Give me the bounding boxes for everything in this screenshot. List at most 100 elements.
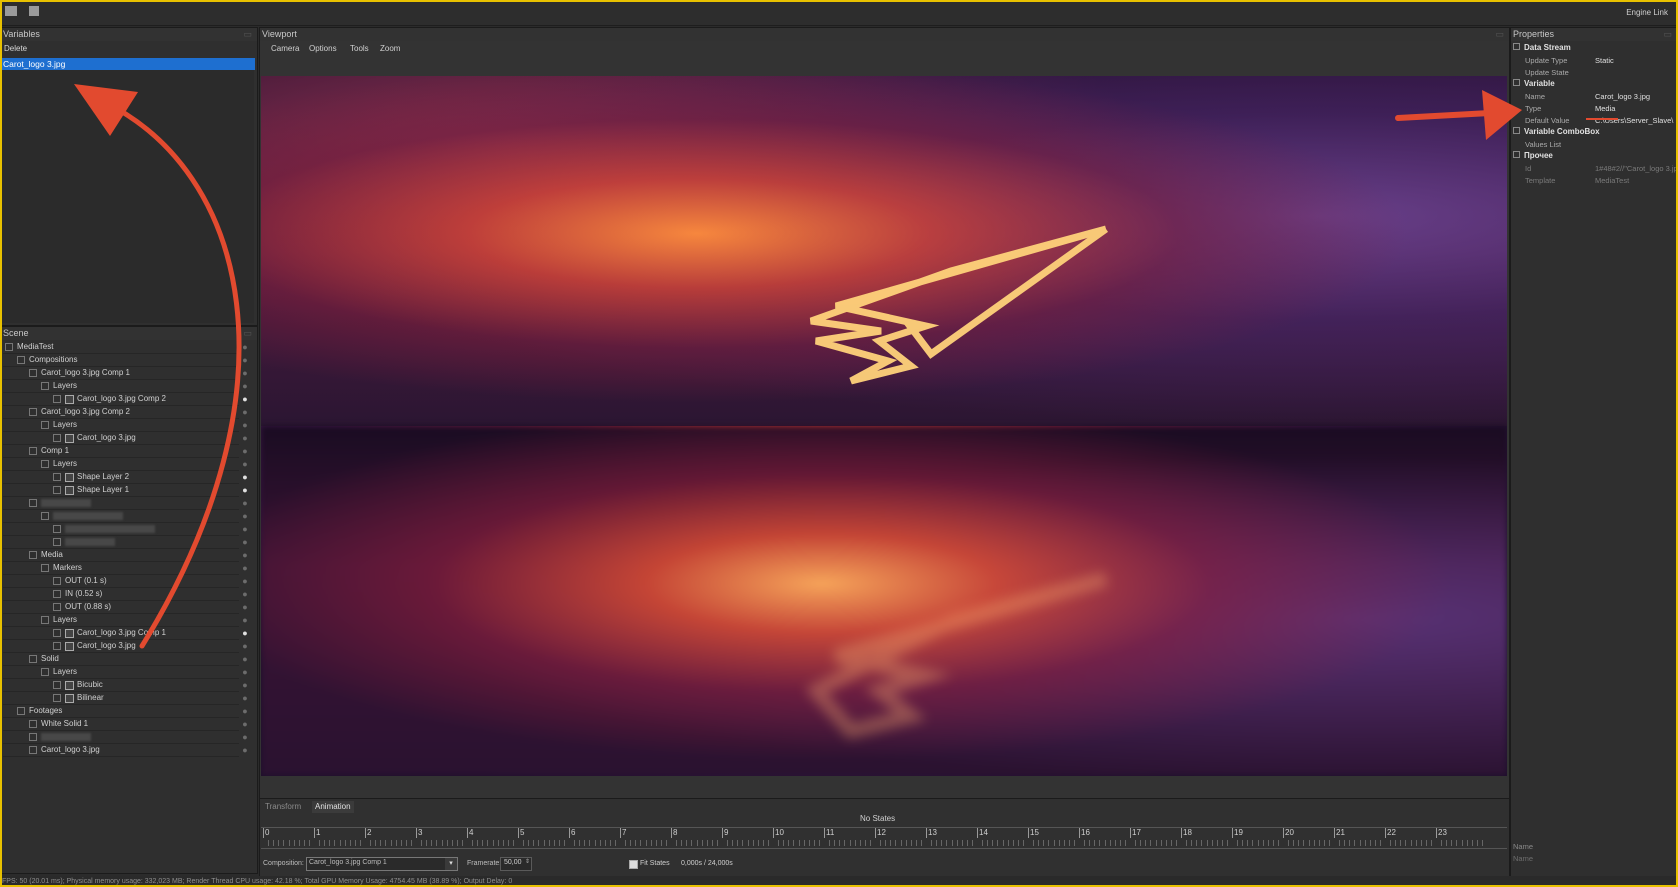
visibility-eye-icon[interactable]: ● bbox=[239, 654, 251, 664]
scene-tree-row[interactable]: Comp 1 ● bbox=[3, 445, 248, 458]
scene-tree-row[interactable]: Solid ● bbox=[3, 653, 248, 666]
scene-tree-row[interactable]: Bilinear ● bbox=[3, 692, 248, 705]
scene-tree-row[interactable]: Carot_logo 3.jpg ● bbox=[3, 432, 248, 445]
visibility-eye-icon[interactable]: ● bbox=[239, 498, 251, 508]
visibility-eye-icon[interactable]: ● bbox=[239, 485, 251, 495]
framerate-spinbox[interactable]: 50,00 ⇕ bbox=[500, 857, 532, 871]
property-row[interactable]: Default Value C:\Users\Server_Slave\ bbox=[1513, 115, 1678, 127]
panel-menu-icon[interactable]: ▭ bbox=[1495, 28, 1504, 41]
scene-tree-row[interactable]: MediaTest ● bbox=[3, 341, 248, 354]
expand-toggle-icon[interactable] bbox=[53, 642, 61, 650]
scene-tree-row[interactable]: Layers ● bbox=[3, 614, 248, 627]
scene-tree-row[interactable]: ● bbox=[3, 536, 248, 549]
expand-toggle-icon[interactable] bbox=[53, 525, 61, 533]
timeline-ruler[interactable]: 0 1 2 3 4 5 6 7 8 9 10 11 12 13 14 15 16 17 18 19 20 21 22 23 bbox=[261, 827, 1507, 849]
expand-toggle-icon[interactable] bbox=[29, 551, 37, 559]
scene-tree-row[interactable]: OUT (0.88 s) ● bbox=[3, 601, 248, 614]
visibility-eye-icon[interactable]: ● bbox=[239, 667, 251, 677]
composition-select[interactable]: Carot_logo 3.jpg Comp 1 ▾ bbox=[306, 857, 458, 871]
scene-tree-row[interactable]: Carot_logo 3.jpg ● bbox=[3, 744, 248, 757]
expand-toggle-icon[interactable] bbox=[29, 408, 37, 416]
menu-options[interactable]: Options bbox=[309, 44, 337, 53]
scene-tree-row[interactable]: Markers ● bbox=[3, 562, 248, 575]
expand-toggle-icon[interactable] bbox=[41, 564, 49, 572]
scene-tree-row[interactable]: Layers ● bbox=[3, 458, 248, 471]
visibility-eye-icon[interactable]: ● bbox=[239, 706, 251, 716]
visibility-eye-icon[interactable]: ● bbox=[239, 472, 251, 482]
property-category[interactable]: Прочее bbox=[1513, 151, 1553, 160]
expand-toggle-icon[interactable] bbox=[29, 746, 37, 754]
expand-toggle-icon[interactable] bbox=[53, 577, 61, 585]
property-category[interactable]: Variable ComboBox bbox=[1513, 127, 1600, 136]
scene-tree-row[interactable]: Layers ● bbox=[3, 380, 248, 393]
property-value[interactable]: Static bbox=[1595, 55, 1614, 67]
scene-tree-row[interactable]: White Solid 1 ● bbox=[3, 718, 248, 731]
property-row[interactable]: Update Type Static bbox=[1513, 55, 1678, 67]
variable-item-selected[interactable]: Carot_logo 3.jpg bbox=[2, 58, 255, 70]
scene-tree-row[interactable]: Carot_logo 3.jpg Comp 1 ● bbox=[3, 367, 248, 380]
visibility-eye-icon[interactable]: ● bbox=[239, 641, 251, 651]
expand-toggle-icon[interactable] bbox=[53, 603, 61, 611]
visibility-eye-icon[interactable]: ● bbox=[239, 420, 251, 430]
chevron-down-icon[interactable]: ▾ bbox=[445, 858, 457, 870]
spin-arrows-icon[interactable]: ⇕ bbox=[525, 858, 530, 865]
scene-tree-row[interactable]: Shape Layer 2 ● bbox=[3, 471, 248, 484]
property-category[interactable]: Variable bbox=[1513, 79, 1555, 88]
visibility-eye-icon[interactable]: ● bbox=[239, 550, 251, 560]
visibility-eye-icon[interactable]: ● bbox=[239, 381, 251, 391]
expand-toggle-icon[interactable] bbox=[17, 356, 25, 364]
expand-toggle-icon[interactable] bbox=[29, 369, 37, 377]
property-value[interactable]: Carot_logo 3.jpg bbox=[1595, 91, 1650, 103]
open-folder-icon[interactable] bbox=[5, 6, 17, 16]
visibility-eye-icon[interactable]: ● bbox=[239, 589, 251, 599]
expand-toggle-icon[interactable] bbox=[41, 460, 49, 468]
visibility-eye-icon[interactable]: ● bbox=[239, 693, 251, 703]
visibility-eye-icon[interactable]: ● bbox=[239, 615, 251, 625]
expand-toggle-icon[interactable] bbox=[53, 473, 61, 481]
scene-tree-row[interactable]: Compositions ● bbox=[3, 354, 248, 367]
property-value[interactable]: 1#48#2//"Carot_logo 3.jp bbox=[1595, 163, 1678, 175]
property-row[interactable]: Type Media bbox=[1513, 103, 1678, 115]
expand-toggle-icon[interactable] bbox=[53, 629, 61, 637]
visibility-eye-icon[interactable]: ● bbox=[239, 719, 251, 729]
expand-toggle-icon[interactable] bbox=[17, 707, 25, 715]
panel-menu-icon[interactable]: ▭ bbox=[243, 327, 252, 340]
visibility-eye-icon[interactable]: ● bbox=[239, 459, 251, 469]
scene-tree-row[interactable]: Carot_logo 3.jpg ● bbox=[3, 640, 248, 653]
expand-toggle-icon[interactable] bbox=[41, 616, 49, 624]
expand-toggle-icon[interactable] bbox=[41, 668, 49, 676]
collapse-icon[interactable] bbox=[1513, 79, 1520, 86]
visibility-eye-icon[interactable]: ● bbox=[239, 537, 251, 547]
visibility-eye-icon[interactable]: ● bbox=[239, 355, 251, 365]
scene-tree-row[interactable]: ● bbox=[3, 497, 248, 510]
property-row[interactable]: Template MediaTest bbox=[1513, 175, 1678, 187]
visibility-eye-icon[interactable]: ● bbox=[239, 368, 251, 378]
scene-tree-row[interactable]: Shape Layer 1 ● bbox=[3, 484, 248, 497]
expand-toggle-icon[interactable] bbox=[29, 733, 37, 741]
expand-toggle-icon[interactable] bbox=[53, 681, 61, 689]
save-icon[interactable] bbox=[29, 6, 39, 16]
expand-toggle-icon[interactable] bbox=[53, 538, 61, 546]
property-value[interactable]: Media bbox=[1595, 103, 1615, 115]
property-value[interactable]: C:\Users\Server_Slave\ bbox=[1595, 115, 1673, 127]
expand-toggle-icon[interactable] bbox=[5, 343, 13, 351]
property-category[interactable]: Data Stream bbox=[1513, 43, 1571, 52]
panel-menu-icon[interactable]: ▭ bbox=[1663, 28, 1672, 41]
engine-link-label[interactable]: Engine Link bbox=[1626, 8, 1668, 17]
scene-tree-row[interactable]: Carot_logo 3.jpg Comp 2 ● bbox=[3, 393, 248, 406]
expand-toggle-icon[interactable] bbox=[29, 720, 37, 728]
fit-states-checkbox[interactable] bbox=[629, 860, 638, 869]
expand-toggle-icon[interactable] bbox=[29, 499, 37, 507]
panel-menu-icon[interactable]: ▭ bbox=[243, 28, 252, 41]
menu-zoom[interactable]: Zoom bbox=[380, 44, 400, 53]
scene-tree-row[interactable]: ● bbox=[3, 510, 248, 523]
property-row[interactable]: Name Carot_logo 3.jpg bbox=[1513, 91, 1678, 103]
property-row[interactable]: Values List bbox=[1513, 139, 1678, 151]
expand-toggle-icon[interactable] bbox=[53, 590, 61, 598]
scene-tree-row[interactable]: Media ● bbox=[3, 549, 248, 562]
expand-toggle-icon[interactable] bbox=[53, 486, 61, 494]
visibility-eye-icon[interactable]: ● bbox=[239, 628, 251, 638]
expand-toggle-icon[interactable] bbox=[53, 434, 61, 442]
visibility-eye-icon[interactable]: ● bbox=[239, 446, 251, 456]
scene-tree-row[interactable]: ● bbox=[3, 731, 248, 744]
